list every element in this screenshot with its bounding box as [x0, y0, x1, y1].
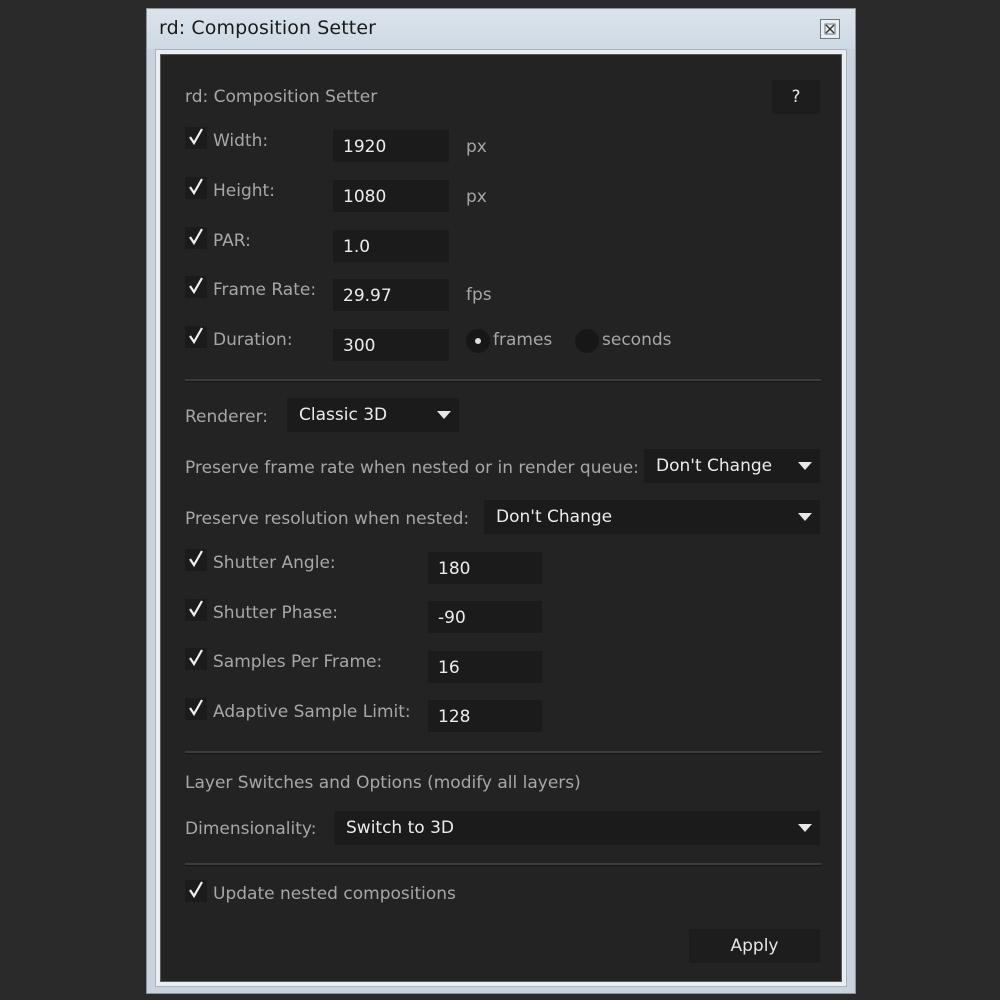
- preserve-framerate-dropdown[interactable]: Don't Change: [644, 449, 820, 483]
- chevron-down-icon: [798, 824, 812, 832]
- chevron-down-icon: [798, 513, 812, 521]
- dialog-window: rd: Composition Setter rd: Composition S…: [146, 8, 856, 994]
- frames-radio[interactable]: [466, 329, 490, 353]
- checkmark-icon: [189, 178, 203, 196]
- window-title: rd: Composition Setter: [159, 17, 377, 39]
- settings-panel: rd: Composition Setter ? Width: 1920 px …: [160, 54, 842, 982]
- preserve-resolution-label: Preserve resolution when nested:: [185, 509, 470, 529]
- par-field[interactable]: 1.0: [333, 230, 449, 262]
- width-field[interactable]: 1920: [333, 130, 449, 162]
- panel-heading: rd: Composition Setter: [185, 87, 378, 107]
- duration-label: Duration:: [213, 330, 293, 350]
- checkmark-icon: [189, 128, 203, 146]
- framerate-checkbox[interactable]: [185, 276, 207, 298]
- checkmark-icon: [189, 228, 203, 246]
- shutter-angle-label: Shutter Angle:: [213, 553, 336, 573]
- samples-per-frame-field[interactable]: 16: [428, 651, 542, 683]
- checkmark-icon: [189, 699, 203, 717]
- checkmark-icon: [189, 881, 203, 899]
- close-icon: [824, 23, 836, 35]
- title-bar[interactable]: rd: Composition Setter: [147, 9, 855, 49]
- chevron-down-icon: [798, 462, 812, 470]
- height-label: Height:: [213, 181, 275, 201]
- update-nested-checkbox[interactable]: [185, 880, 207, 902]
- dimensionality-dropdown[interactable]: Switch to 3D: [334, 811, 820, 845]
- width-label: Width:: [213, 131, 269, 151]
- dimensionality-label: Dimensionality:: [185, 819, 317, 839]
- seconds-radio[interactable]: [575, 329, 599, 353]
- adaptive-sample-limit-label: Adaptive Sample Limit:: [213, 702, 411, 722]
- seconds-label: seconds: [602, 330, 672, 350]
- framerate-field[interactable]: 29.97: [333, 279, 449, 311]
- height-unit: px: [466, 187, 487, 207]
- shutter-phase-checkbox[interactable]: [185, 599, 207, 621]
- height-checkbox[interactable]: [185, 177, 207, 199]
- width-unit: px: [466, 137, 487, 157]
- preserve-resolution-value: Don't Change: [496, 507, 613, 527]
- apply-button[interactable]: Apply: [689, 929, 820, 963]
- renderer-value: Classic 3D: [299, 405, 388, 425]
- window-client: rd: Composition Setter ? Width: 1920 px …: [155, 49, 847, 987]
- radio-selected-dot: [475, 338, 481, 344]
- dimensionality-value: Switch to 3D: [346, 818, 454, 838]
- width-checkbox[interactable]: [185, 127, 207, 149]
- checkmark-icon: [189, 550, 203, 568]
- preserve-framerate-value: Don't Change: [656, 456, 773, 476]
- duration-checkbox[interactable]: [185, 326, 207, 348]
- shutter-angle-field[interactable]: 180: [428, 552, 542, 584]
- checkmark-icon: [189, 600, 203, 618]
- layer-section-heading: Layer Switches and Options (modify all l…: [185, 773, 581, 793]
- adaptive-sample-limit-checkbox[interactable]: [185, 698, 207, 720]
- samples-per-frame-label: Samples Per Frame:: [213, 652, 383, 672]
- par-label: PAR:: [213, 231, 251, 251]
- preserve-framerate-label: Preserve frame rate when nested or in re…: [185, 458, 639, 478]
- framerate-unit: fps: [466, 285, 492, 305]
- preserve-resolution-dropdown[interactable]: Don't Change: [484, 500, 820, 534]
- divider: [185, 379, 821, 382]
- divider: [185, 863, 821, 866]
- checkmark-icon: [189, 277, 203, 295]
- renderer-label: Renderer:: [185, 407, 269, 427]
- chevron-down-icon: [437, 411, 451, 419]
- adaptive-sample-limit-field[interactable]: 128: [428, 700, 542, 732]
- shutter-angle-checkbox[interactable]: [185, 549, 207, 571]
- divider: [185, 751, 821, 754]
- frames-label: frames: [493, 330, 553, 350]
- duration-field[interactable]: 300: [333, 329, 449, 361]
- apply-label: Apply: [730, 936, 779, 956]
- shutter-phase-label: Shutter Phase:: [213, 603, 339, 623]
- framerate-label: Frame Rate:: [213, 280, 317, 300]
- update-nested-label: Update nested compositions: [213, 884, 456, 904]
- renderer-dropdown[interactable]: Classic 3D: [287, 398, 459, 432]
- par-checkbox[interactable]: [185, 227, 207, 249]
- help-button[interactable]: ?: [772, 80, 820, 114]
- samples-per-frame-checkbox[interactable]: [185, 648, 207, 670]
- close-button[interactable]: [820, 19, 840, 39]
- height-field[interactable]: 1080: [333, 180, 449, 212]
- help-label: ?: [791, 87, 801, 107]
- shutter-phase-field[interactable]: -90: [428, 601, 542, 633]
- checkmark-icon: [189, 327, 203, 345]
- checkmark-icon: [189, 649, 203, 667]
